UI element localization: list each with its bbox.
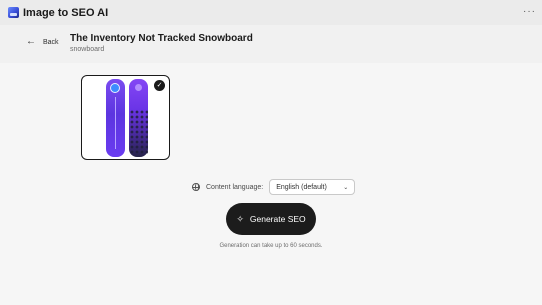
globe-icon [192, 183, 200, 191]
snowboard-pattern [129, 109, 148, 155]
snowboard-stripe [115, 97, 116, 149]
generate-seo-label: Generate SEO [249, 214, 306, 224]
app-title: Image to SEO AI [23, 6, 109, 19]
content-card: ✓ Content language: English (default) ⌄ … [0, 63, 542, 305]
back-label: Back [43, 38, 59, 46]
content-language-row: Content language: English (default) ⌄ [192, 179, 356, 195]
sparkle-icon: ✧ [236, 213, 244, 224]
app-logo-icon [8, 7, 19, 18]
snowboard-top-image [106, 79, 125, 157]
clipped-text-line [110, 60, 300, 64]
page-header: ← Back The Inventory Not Tracked Snowboa… [0, 25, 542, 63]
check-icon[interactable]: ✓ [154, 80, 165, 91]
chevron-down-icon: ⌄ [343, 184, 349, 191]
selected-language: English (default) [276, 183, 327, 191]
page-subtitle: snowboard [70, 46, 105, 53]
generation-hint: Generation can take up to 60 seconds. [219, 243, 323, 249]
page-title: The Inventory Not Tracked Snowboard [70, 33, 253, 44]
snowboard-logo-icon [110, 83, 120, 93]
generate-seo-button[interactable]: ✧ Generate SEO [226, 203, 316, 235]
content-language-label: Content language: [206, 183, 264, 191]
app-title-bar: Image to SEO AI ··· [0, 0, 542, 25]
content-language-select[interactable]: English (default) ⌄ [269, 179, 356, 195]
snowboard-base-image [129, 79, 148, 157]
arrow-left-icon: ← [26, 36, 36, 47]
more-options-icon[interactable]: ··· [523, 7, 536, 17]
snowboard-base-logo-icon [135, 84, 142, 91]
back-button[interactable]: ← Back [26, 37, 59, 47]
product-image-thumbnail[interactable]: ✓ [81, 75, 170, 160]
